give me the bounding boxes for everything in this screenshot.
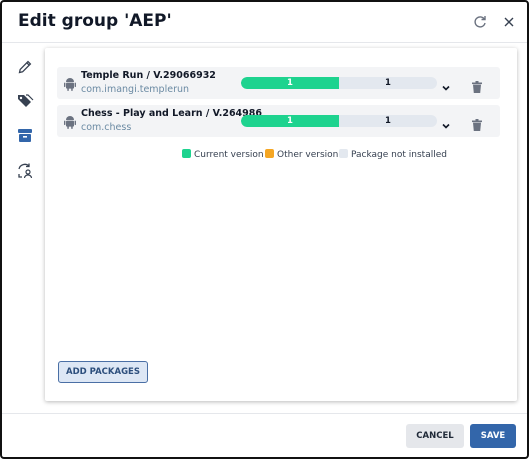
- chevron-down-icon[interactable]: [441, 116, 451, 129]
- add-packages-button[interactable]: ADD PACKAGES: [58, 361, 148, 383]
- tags-icon[interactable]: [16, 92, 34, 110]
- legend-other: Other version: [265, 149, 338, 160]
- refresh-icon[interactable]: [472, 14, 488, 30]
- package-id: com.chess: [81, 122, 132, 133]
- legend-current: Current version: [182, 149, 264, 160]
- package-name: Temple Run / V.29066932: [81, 70, 216, 81]
- current-version-count: 1: [287, 78, 293, 88]
- legend-not-installed: Package not installed: [339, 149, 447, 160]
- android-icon: [64, 114, 76, 129]
- legend-swatch-current: [182, 149, 191, 158]
- version-bar: 1 1: [241, 115, 437, 127]
- close-icon[interactable]: [501, 14, 517, 30]
- pencil-icon[interactable]: [16, 58, 34, 76]
- trash-icon[interactable]: [472, 116, 482, 131]
- package-id: com.imangi.templerun: [81, 84, 190, 95]
- header-divider: [2, 42, 527, 43]
- package-row: Chess - Play and Learn / V.264986 com.ch…: [57, 105, 500, 137]
- trash-icon[interactable]: [472, 78, 482, 93]
- save-button[interactable]: SAVE: [470, 424, 516, 448]
- version-bar: 1 1: [241, 77, 437, 89]
- sync-user-icon[interactable]: [16, 162, 34, 180]
- legend-label-current: Current version: [194, 150, 264, 160]
- footer-divider: [2, 413, 527, 414]
- edit-group-dialog: Edit group 'AEP' Temple Run / V.29066932…: [0, 0, 529, 459]
- package-name: Chess - Play and Learn / V.264986: [81, 108, 263, 119]
- not-installed-count: 1: [385, 116, 391, 126]
- packages-panel: Temple Run / V.29066932 com.imangi.templ…: [45, 48, 517, 401]
- package-row: Temple Run / V.29066932 com.imangi.templ…: [57, 67, 500, 99]
- cancel-button[interactable]: CANCEL: [406, 424, 464, 448]
- legend-label-not-installed: Package not installed: [351, 150, 447, 160]
- chevron-down-icon[interactable]: [441, 78, 451, 91]
- legend-label-other: Other version: [277, 150, 339, 160]
- android-icon: [64, 76, 76, 91]
- archive-icon[interactable]: [16, 126, 34, 144]
- legend-swatch-other: [265, 149, 274, 158]
- dialog-title: Edit group 'AEP': [18, 11, 172, 31]
- legend-swatch-not-installed: [339, 149, 348, 158]
- current-version-count: 1: [287, 116, 293, 126]
- not-installed-count: 1: [385, 78, 391, 88]
